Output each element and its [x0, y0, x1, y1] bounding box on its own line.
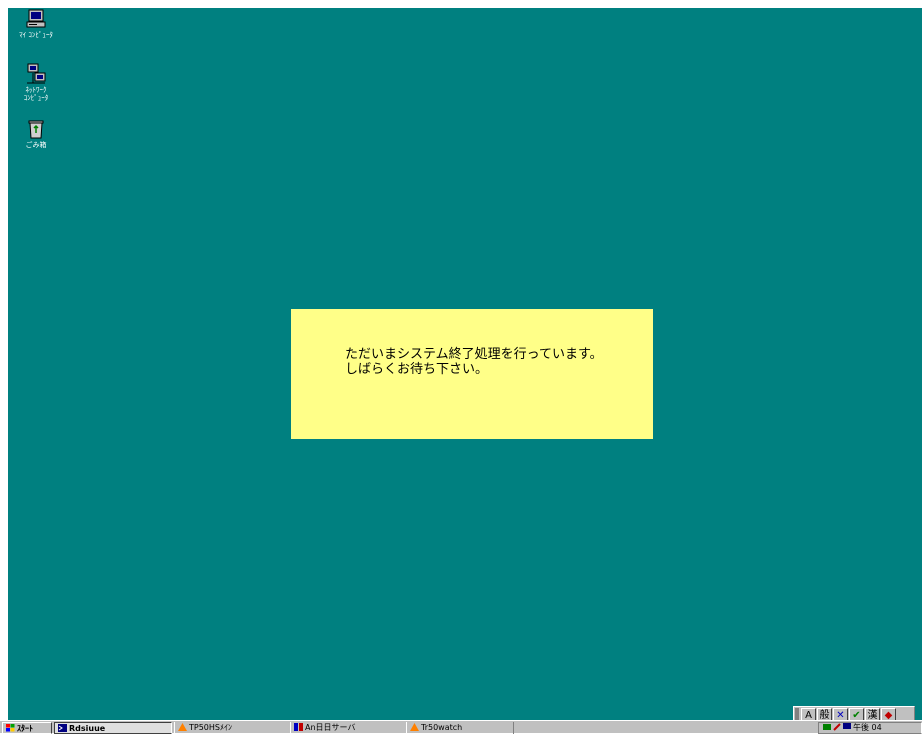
taskbar-button-rdsiuue[interactable]: Rdsiuue	[54, 722, 172, 734]
taskbar-button-label: TP50HSﾒｲﾝ	[189, 723, 232, 732]
screen: ﾏｲ ｺﾝﾋﾟｭｰﾀ ﾈｯﾄﾜｰｸ ｺﾝﾋﾟｭｰﾀ ごみ箱 ただいまシステム終了…	[0, 0, 922, 734]
taskbar-button-label: Tr50watch	[421, 723, 463, 732]
shutdown-message-box: ただいまシステム終了処理を行っています。 しばらくお待ち下さい。	[291, 309, 653, 439]
taskbar-button-tr50watch[interactable]: Tr50watch	[406, 722, 514, 734]
network-status-icon[interactable]	[823, 723, 831, 731]
my-computer-icon	[26, 9, 46, 28]
terminal-icon	[58, 724, 67, 732]
desktop-icon-label: ごみ箱	[25, 141, 47, 149]
server-app-icon	[294, 723, 303, 731]
shutdown-message-line-2: しばらくお待ち下さい。	[345, 362, 489, 377]
windows-logo-icon	[6, 724, 15, 732]
start-button[interactable]: ｽﾀｰﾄ	[2, 722, 52, 734]
app-icon	[410, 723, 419, 731]
display-icon[interactable]	[843, 723, 851, 731]
pen-icon[interactable]	[833, 723, 841, 731]
desktop-icon-label: ﾏｲ ｺﾝﾋﾟｭｰﾀ	[19, 31, 53, 39]
app-icon	[178, 723, 187, 731]
desktop-icon-label: ﾈｯﾄﾜｰｸ ｺﾝﾋﾟｭｰﾀ	[23, 86, 49, 102]
system-tray: 午後 04	[818, 722, 922, 734]
taskbar-button-tp50hs-main[interactable]: TP50HSﾒｲﾝ	[174, 722, 288, 734]
taskbar: ｽﾀｰﾄ Rdsiuue TP50HSﾒｲﾝ An日日サーバ Tr50watch	[0, 720, 922, 734]
desktop-icon-recycle-bin[interactable]: ごみ箱	[8, 118, 64, 149]
network-computer-icon	[27, 63, 46, 84]
taskbar-button-server[interactable]: An日日サーバ	[290, 722, 404, 734]
recycle-bin-icon	[28, 120, 44, 139]
tray-clock[interactable]: 午後 04	[853, 723, 882, 732]
shutdown-message-line-1: ただいまシステム終了処理を行っています。	[345, 347, 603, 362]
desktop-icon-network-computer[interactable]: ﾈｯﾄﾜｰｸ ｺﾝﾋﾟｭｰﾀ	[8, 63, 64, 102]
desktop-icon-my-computer[interactable]: ﾏｲ ｺﾝﾋﾟｭｰﾀ	[8, 8, 64, 39]
shutdown-message: ただいまシステム終了処理を行っています。 しばらくお待ち下さい。	[345, 347, 603, 377]
start-button-label: ｽﾀｰﾄ	[17, 724, 33, 733]
taskbar-button-label: Rdsiuue	[69, 724, 106, 733]
desktop[interactable]: ﾏｲ ｺﾝﾋﾟｭｰﾀ ﾈｯﾄﾜｰｸ ｺﾝﾋﾟｭｰﾀ ごみ箱 ただいまシステム終了…	[8, 8, 922, 725]
taskbar-button-label: An日日サーバ	[305, 723, 356, 732]
